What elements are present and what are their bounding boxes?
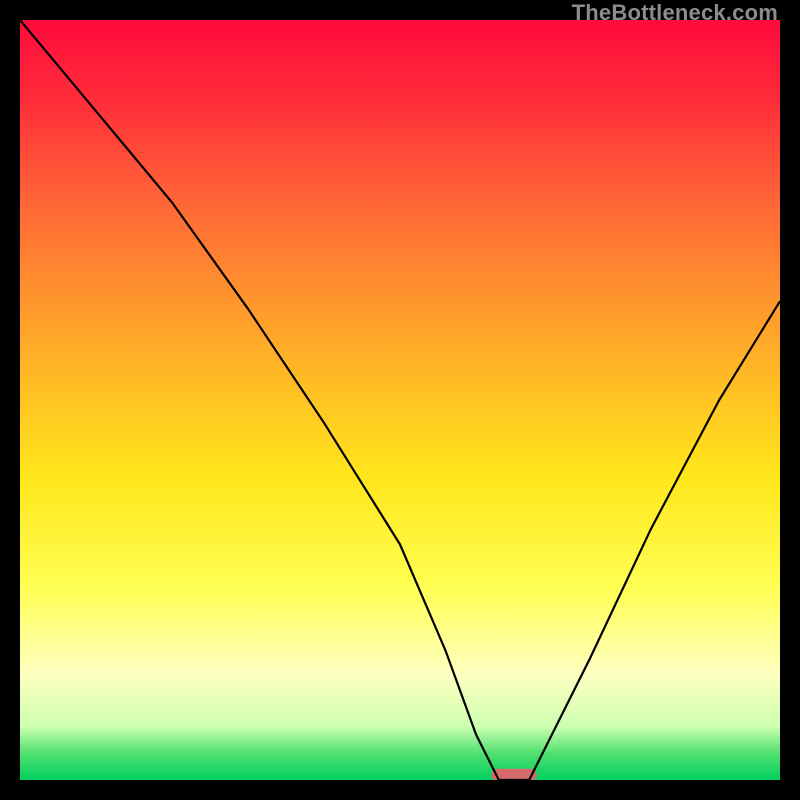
- chart-background-gradient: [20, 20, 780, 780]
- chart-frame: TheBottleneck.com: [0, 0, 800, 800]
- chart-svg: [20, 20, 780, 780]
- chart-plot-area: [20, 20, 780, 780]
